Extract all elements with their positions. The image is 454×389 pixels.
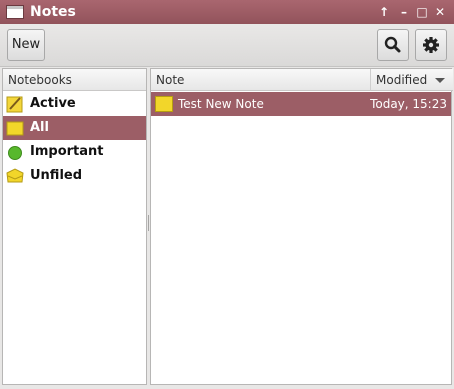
- notebook-label: Important: [30, 144, 104, 159]
- modified-column-header[interactable]: Modified: [371, 69, 453, 91]
- note-modified: Today, 15:23: [370, 97, 447, 111]
- open-folder-icon: [6, 168, 24, 183]
- note-row[interactable]: Test New Note Today, 15:23: [151, 92, 451, 116]
- minimize-button[interactable]: –: [396, 3, 412, 21]
- notebooks-header[interactable]: Notebooks: [3, 69, 146, 91]
- search-icon: [384, 36, 401, 53]
- green-dot-icon: [8, 146, 22, 160]
- folder-icon: [6, 121, 24, 136]
- notebook-item-important[interactable]: Important: [3, 140, 146, 164]
- notebook-item-active[interactable]: Active: [3, 92, 146, 116]
- window-icon: [6, 5, 24, 19]
- title-bar[interactable]: Notes ↑ – □ ✕: [0, 0, 454, 24]
- notebooks-pane: Notebooks Active All Important Unfiled: [2, 68, 147, 385]
- notes-pane: Note Modified Test New Note Today, 15:23: [150, 68, 453, 385]
- note-title: Test New Note: [178, 97, 264, 111]
- notebook-item-unfiled[interactable]: Unfiled: [3, 164, 146, 188]
- new-note-button[interactable]: New: [7, 29, 45, 61]
- gear-icon: [423, 37, 439, 53]
- notes-window: Notes ↑ – □ ✕ New Notebooks Active All I…: [0, 0, 454, 389]
- notebook-item-all[interactable]: All: [3, 116, 146, 140]
- note-column-header[interactable]: Note: [151, 69, 371, 91]
- sort-descending-icon: [435, 78, 445, 83]
- notebook-label: Unfiled: [30, 168, 83, 183]
- keep-above-button[interactable]: ↑: [376, 3, 392, 21]
- close-button[interactable]: ✕: [432, 3, 448, 21]
- search-button[interactable]: [377, 29, 409, 61]
- settings-button[interactable]: [415, 29, 447, 61]
- note-icon: [155, 96, 173, 112]
- pencil-notebook-icon: [6, 96, 23, 113]
- toolbar: New: [0, 24, 454, 67]
- window-title: Notes: [30, 4, 76, 20]
- maximize-button[interactable]: □: [414, 3, 430, 21]
- notebook-label: Active: [30, 96, 76, 111]
- notebook-label: All: [30, 120, 49, 135]
- modified-column-label: Modified: [376, 73, 428, 87]
